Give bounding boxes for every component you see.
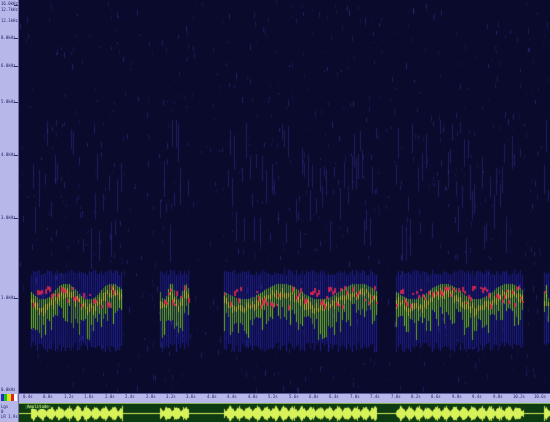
freq-tick (14, 155, 18, 156)
frequency-ruler: 16.0kHz 12.7kHz 12.1kHz 8.0kHz 6.0kHz 5.… (0, 0, 19, 393)
time-label: 1.6s (84, 394, 94, 399)
time-label: 9.4s (472, 394, 482, 399)
freq-tick (14, 218, 18, 219)
time-label: 3.6s (186, 394, 196, 399)
time-label: 4.0s (207, 394, 217, 399)
time-label: 8.2s (411, 394, 421, 399)
time-label: 4.4s (227, 394, 237, 399)
time-label: 1.2s (64, 394, 74, 399)
time-label: 10.2s (513, 394, 526, 399)
freq-label: 12.7kHz (1, 7, 18, 12)
freq-tick (14, 5, 18, 6)
time-label: 2.8s (146, 394, 156, 399)
time-label: 7.0s (350, 394, 360, 399)
time-label: 9.0s (452, 394, 462, 399)
spectrogram-view[interactable] (19, 0, 550, 393)
time-label: 0.4s (23, 394, 33, 399)
time-label: 5.6s (289, 394, 299, 399)
spectrogram-canvas[interactable] (19, 0, 550, 393)
palette-swatch (13, 394, 18, 401)
freq-label: 12.1kHz (1, 18, 18, 23)
waveform-canvas[interactable] (19, 404, 550, 422)
color-palette-icon[interactable] (1, 394, 18, 401)
waveform-panel[interactable]: Amplitude (19, 403, 550, 422)
time-label: 6.4s (329, 394, 339, 399)
time-label: 0.8s (43, 394, 53, 399)
time-label: 4.8s (248, 394, 258, 399)
amplitude-label: Amplitude (25, 404, 51, 409)
spectrogram-viewer: 16.0kHz 12.7kHz 12.1kHz 8.0kHz 6.0kHz 5.… (0, 0, 550, 422)
time-label: 7.4s (370, 394, 380, 399)
freq-tick (14, 102, 18, 103)
freq-tick (14, 66, 18, 67)
time-label: 3.2s (166, 394, 176, 399)
freq-label: 0.0kHz (1, 387, 16, 392)
status-line: LR 1.9s (1, 414, 18, 419)
time-label: 8.6s (431, 394, 441, 399)
time-label: 5.2s (268, 394, 278, 399)
time-label: 6.0s (309, 394, 319, 399)
freq-tick (14, 38, 18, 39)
time-label: 2.0s (105, 394, 115, 399)
freq-tick (14, 298, 18, 299)
time-label: 9.8s (493, 394, 503, 399)
status-panel: Lgs 0 LR 1.9s (0, 393, 19, 422)
time-label: 7.8s (391, 394, 401, 399)
time-label: 2.4s (125, 394, 135, 399)
time-label: 10.6s (534, 394, 547, 399)
